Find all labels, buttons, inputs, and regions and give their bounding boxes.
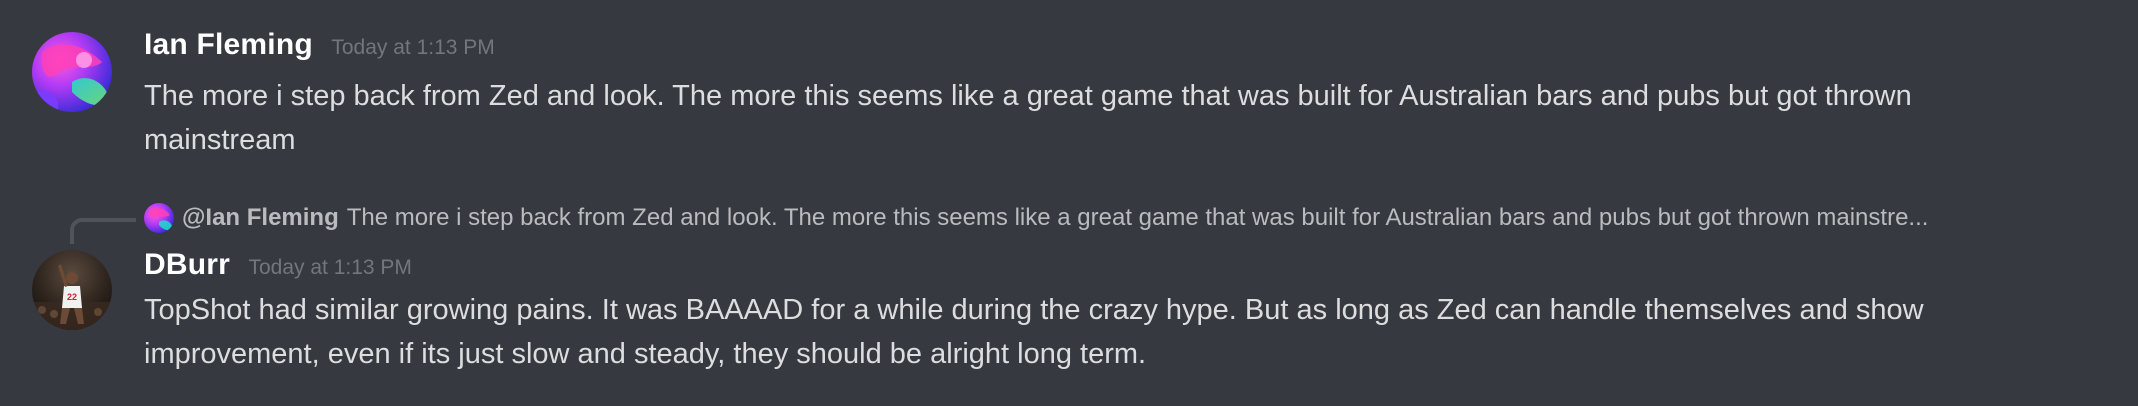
message-header: Ian Fleming Today at 1:13 PM <box>144 28 495 62</box>
svg-text:22: 22 <box>67 292 77 302</box>
username[interactable]: Ian Fleming <box>144 28 313 61</box>
username[interactable]: DBurr <box>144 248 230 281</box>
abstract-swirl-avatar-icon <box>32 32 112 112</box>
user-avatar[interactable] <box>32 32 112 112</box>
message-content: The more i step back from Zed and look. … <box>144 80 1912 156</box>
reply-reference[interactable]: @Ian Fleming The more i step back from Z… <box>144 202 2084 234</box>
timestamp: Today at 1:13 PM <box>248 256 412 279</box>
reply-avatar <box>144 203 174 233</box>
chat-message-list: Ian Fleming Today at 1:13 PM The more i … <box>0 0 2138 406</box>
basketball-player-avatar-icon: 22 <box>32 250 112 330</box>
user-avatar[interactable]: 22 <box>32 250 112 330</box>
abstract-swirl-avatar-icon <box>144 203 174 233</box>
reply-preview-text[interactable]: The more i step back from Zed and look. … <box>347 202 1929 234</box>
reply-spine <box>70 218 136 244</box>
message-header: DBurr Today at 1:13 PM <box>144 248 412 282</box>
reply-mention[interactable]: @Ian Fleming <box>182 202 339 234</box>
timestamp: Today at 1:13 PM <box>331 36 495 59</box>
message-content: TopShot had similar growing pains. It wa… <box>144 294 1924 370</box>
